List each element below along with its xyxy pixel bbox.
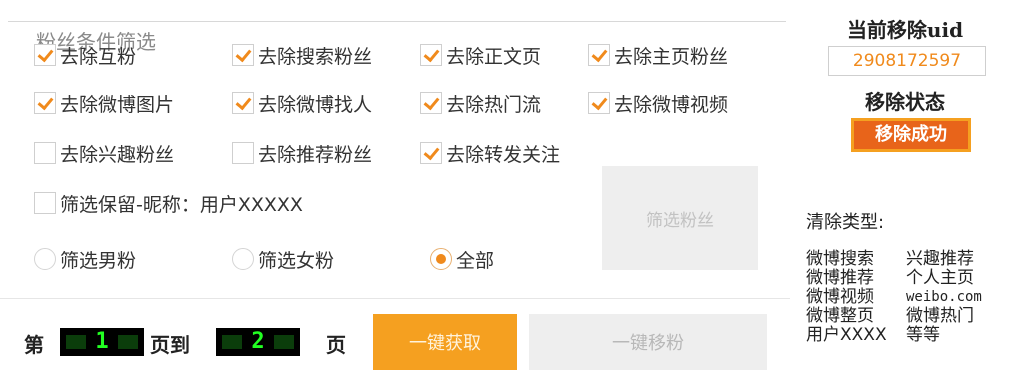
checkbox-label: 去除转发关注 (446, 143, 561, 166)
checkbox-box[interactable] (34, 92, 56, 114)
clear-types-list: 微博搜索 兴趣推荐 微博推荐 个人主页 微博视频 weibo.com 微博整页 … (806, 250, 1012, 345)
checkbox-box[interactable] (588, 92, 610, 114)
clear-type-item: 微博搜索 (806, 249, 874, 269)
clear-type-item: 用户XXXX (806, 325, 887, 345)
checkbox-remove-weibo-video[interactable]: 去除微博视频 (588, 88, 728, 118)
checkbox-box[interactable] (420, 44, 442, 66)
remove-all-button[interactable]: 一键移粉 (529, 314, 767, 370)
checkbox-box[interactable] (34, 142, 56, 164)
checkbox-box[interactable] (420, 92, 442, 114)
checkbox-box[interactable] (34, 192, 56, 214)
pager-suffix: 页 (326, 333, 346, 357)
radio-label: 全部 (456, 249, 495, 272)
checkbox-box[interactable] (232, 44, 254, 66)
divider (0, 298, 790, 299)
current-uid-label: 当前移除uid (846, 18, 964, 42)
clear-type-item: 兴趣推荐 (906, 249, 974, 269)
start-page-input[interactable]: 1 (60, 328, 144, 356)
clear-type-item: 微博整页 (806, 306, 874, 326)
status-value: 移除成功 (854, 121, 968, 149)
keep-nickname-label: 筛选保留-昵称： (60, 193, 200, 216)
checkbox-remove-homepage-fans[interactable]: 去除主页粉丝 (588, 40, 728, 70)
clear-type-item: 等等 (906, 325, 940, 345)
checkbox-label: 去除正文页 (446, 45, 542, 68)
pager-prefix: 第 (24, 333, 44, 357)
checkbox-label: 去除互粉 (60, 45, 137, 68)
checkbox-label: 去除微博图片 (60, 93, 175, 116)
clear-types-label: 清除类型: (806, 212, 885, 233)
clear-type-item: 个人主页 (906, 268, 974, 288)
checkbox-remove-weibo-images[interactable]: 去除微博图片 (34, 88, 174, 118)
radio-male-fans[interactable]: 筛选男粉 (34, 244, 136, 274)
checkbox-label: 去除主页粉丝 (614, 45, 729, 68)
clear-type-item: weibo.com (906, 289, 982, 305)
status-label: 移除状态 (865, 90, 945, 114)
checkbox-label: 去除微博找人 (258, 93, 373, 116)
radio-label: 筛选男粉 (60, 249, 137, 272)
current-uid-field[interactable]: 2908172597 (828, 46, 986, 76)
checkbox-label: 去除搜索粉丝 (258, 45, 373, 68)
checkbox-label: 去除热门流 (446, 93, 542, 116)
checkbox-remove-interest-fans[interactable]: 去除兴趣粉丝 (34, 138, 174, 168)
keep-nickname-value[interactable]: 用户XXXXX (200, 190, 303, 217)
checkbox-remove-mutual[interactable]: 去除互粉 (34, 40, 136, 70)
clear-type-item: 微博视频 (806, 287, 874, 307)
checkbox-label: 去除兴趣粉丝 (60, 143, 175, 166)
checkbox-box[interactable] (232, 92, 254, 114)
checkbox-box[interactable] (232, 142, 254, 164)
filter-fans-button[interactable]: 筛选粉丝 (602, 166, 758, 270)
radio-circle[interactable] (430, 248, 452, 270)
radio-circle[interactable] (232, 248, 254, 270)
checkbox-remove-hot-feed[interactable]: 去除热门流 (420, 88, 541, 118)
checkbox-box[interactable] (420, 142, 442, 164)
checkbox-remove-search-fans[interactable]: 去除搜索粉丝 (232, 40, 372, 70)
radio-circle[interactable] (34, 248, 56, 270)
checkbox-box[interactable] (588, 44, 610, 66)
clear-type-item: 微博推荐 (806, 268, 874, 288)
checkbox-remove-weibo-find-people[interactable]: 去除微博找人 (232, 88, 372, 118)
checkbox-remove-recommended-fans[interactable]: 去除推荐粉丝 (232, 138, 372, 168)
checkbox-box[interactable] (34, 44, 56, 66)
checkbox-remove-repost-follow[interactable]: 去除转发关注 (420, 138, 560, 168)
checkbox-remove-text-page[interactable]: 去除正文页 (420, 40, 541, 70)
end-page-input[interactable]: 2 (216, 328, 300, 356)
status-badge: 移除成功 (851, 118, 971, 152)
radio-all[interactable]: 全部 (430, 244, 494, 274)
pager-middle: 页到 (150, 333, 190, 357)
radio-female-fans[interactable]: 筛选女粉 (232, 244, 334, 274)
clear-type-item: 微博热门 (906, 306, 974, 326)
checkbox-keep-nickname[interactable]: 筛选保留-昵称： 用户XXXXX (34, 188, 303, 218)
fetch-all-button[interactable]: 一键获取 (373, 314, 517, 370)
checkbox-label: 去除微博视频 (614, 93, 729, 116)
radio-label: 筛选女粉 (258, 249, 335, 272)
checkbox-label: 去除推荐粉丝 (258, 143, 373, 166)
